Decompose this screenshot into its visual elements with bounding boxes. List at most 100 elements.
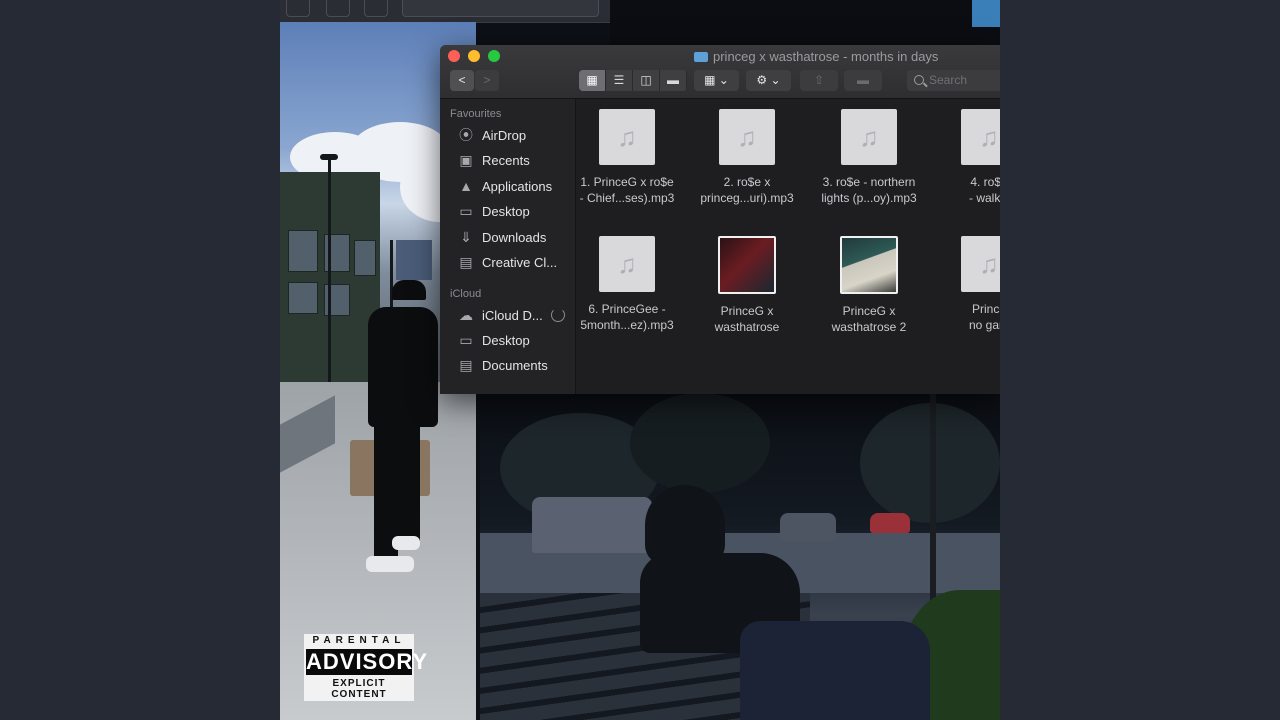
sidebar-item-label: Desktop (482, 332, 530, 348)
dark-background-block (610, 0, 1000, 45)
share-button[interactable]: ⇧ (800, 70, 838, 91)
sidebar-item-documents[interactable]: ▤ Documents (457, 354, 572, 376)
file-name: 3. ro$e - northern lights (p...oy).mp3 (821, 175, 917, 205)
list-view-button[interactable]: ☰ (606, 70, 633, 91)
back-button[interactable]: < (450, 70, 474, 91)
sidebar-item-label: Applications (482, 178, 553, 194)
background-window-toolbar (280, 0, 610, 23)
file-name: PrinceG x wasthatrose (714, 304, 780, 334)
file-name: 1. PrinceG x ro$e - Chief...ses).mp3 (579, 175, 675, 205)
parked-car (532, 497, 652, 553)
forward-button[interactable]: > (475, 70, 499, 91)
audio-file-icon: ♫ (841, 109, 897, 165)
close-button[interactable] (448, 50, 460, 62)
sidebar-item-creative-cloud[interactable]: ▤ Creative Cl... (457, 251, 572, 273)
sidebar-item-label: Desktop (482, 203, 530, 219)
audio-file-icon: ♫ (961, 236, 1000, 292)
action-gear-button[interactable]: ⚙ ⌄ (746, 70, 791, 91)
sidebar-item-applications[interactable]: ▲ Applications (457, 175, 572, 197)
group-by-button[interactable]: ▦ ⌄ (694, 70, 739, 91)
recents-icon: ▣ (459, 151, 473, 168)
tree (630, 393, 770, 493)
blue-corner-chip (972, 0, 1000, 27)
lamp-post (930, 393, 936, 613)
audio-file-icon: ♫ (599, 236, 655, 292)
folder-icon (694, 52, 708, 62)
file-item[interactable]: ♫ 3. ro$e - northern lights (p...oy).mp3 (809, 109, 929, 206)
audio-file-icon: ♫ (719, 109, 775, 165)
sidebar-item-desktop[interactable]: ▭ Desktop (457, 200, 572, 222)
document-icon: ▤ (459, 356, 473, 373)
sidebar-item-downloads[interactable]: ⇓ Downloads (457, 226, 572, 248)
file-name: 2. ro$e x princeg...uri).mp3 (700, 175, 794, 205)
sidebar-item-recents[interactable]: ▣ Recents (457, 149, 572, 171)
file-name: PrinceG x wasthatrose 2 (831, 304, 907, 334)
downloads-icon: ⇓ (460, 228, 472, 245)
file-item[interactable]: ♫ 6. PrinceGee -5month...ez).mp3 (576, 236, 687, 333)
finder-window[interactable]: princeg x wasthatrose - months in days <… (440, 45, 1000, 394)
lamp-head (320, 154, 338, 160)
album-artwork: princeg x wasthatrose - months in days <… (280, 0, 1000, 720)
sidebar-item-airdrop[interactable]: ⦿ AirDrop (457, 124, 572, 146)
window-title-text: princeg x wasthatrose - months in days (713, 49, 939, 64)
sidebar-item-label: AirDrop (482, 127, 527, 143)
night-bench-photo (480, 393, 1000, 720)
bg-toolbar-button (326, 0, 350, 17)
file-name: 6. PrinceGee -5month...ez).mp3 (580, 302, 674, 332)
advisory-main: ADVISORY (304, 647, 427, 677)
window-title: princeg x wasthatrose - months in days (694, 49, 938, 64)
airdrop-icon: ⦿ (459, 127, 473, 143)
parental-advisory-label: PARENTAL ADVISORY EXPLICIT CONTENT (304, 634, 427, 701)
icon-view-button[interactable]: ▦ (579, 70, 606, 91)
view-switcher[interactable]: ▦ ☰ ◫ ▬ (579, 70, 687, 91)
bg-toolbar-button (364, 0, 388, 17)
advisory-bottom: EXPLICIT CONTENT (304, 677, 414, 701)
hat (392, 280, 426, 300)
person-torso (368, 307, 438, 427)
sidebar-item-label: Creative Cl... (482, 254, 558, 270)
person-leg (398, 422, 420, 542)
search-field[interactable]: Search (907, 70, 1000, 91)
file-grid: ♫ 1. PrinceG x ro$e - Chief...ses).mp3 ♫ … (576, 99, 1000, 394)
file-item[interactable]: PrinceG x wasthatrose (687, 236, 807, 335)
advisory-top: PARENTAL (304, 634, 414, 647)
sneaker (392, 536, 420, 550)
file-item[interactable]: PrinceG x wasthatrose 2 (809, 236, 929, 335)
desktop-icon: ▭ (459, 202, 473, 219)
tags-button[interactable]: ▬ (844, 70, 882, 91)
image-thumbnail (718, 236, 776, 294)
minimize-button[interactable] (468, 50, 480, 62)
sidebar-item-label: Documents (482, 357, 548, 373)
favourites-heading: Favourites (450, 108, 502, 120)
sync-progress-icon (550, 308, 565, 322)
title-bar[interactable]: princeg x wasthatrose - months in days <… (440, 45, 1000, 99)
file-item[interactable]: ♫ Princeno gam (929, 236, 1000, 333)
sidebar-item-icloud-desktop[interactable]: ▭ Desktop (457, 329, 572, 351)
sidebar-item-label: Downloads (482, 229, 547, 245)
file-item[interactable]: ♫ 4. ro$e- walkw (929, 109, 1000, 206)
file-item[interactable]: ♫ 2. ro$e x princeg...uri).mp3 (687, 109, 807, 206)
column-view-button[interactable]: ◫ (633, 70, 660, 91)
icloud-heading: iCloud (450, 288, 482, 300)
gallery-view-button[interactable]: ▬ (660, 70, 687, 91)
sidebar: Favourites ⦿ AirDrop ▣ Recents ▲ Applicatio… (440, 99, 576, 394)
sneaker (366, 556, 414, 572)
image-thumbnail (840, 236, 898, 294)
desktop-icon: ▭ (459, 331, 473, 348)
bg-toolbar-button (286, 0, 310, 17)
bg-search-field (402, 0, 599, 17)
sidebar-item-icloud-drive[interactable]: ☁ iCloud D... (457, 304, 572, 326)
jeans (740, 621, 930, 720)
applications-icon: ▲ (459, 178, 473, 194)
cloud-icon: ☁ (459, 306, 473, 323)
zoom-button[interactable] (488, 50, 500, 62)
audio-file-icon: ♫ (961, 109, 1000, 165)
search-icon (914, 75, 924, 85)
file-name: 4. ro$e- walkw (968, 175, 1000, 205)
file-name: Princeno gam (968, 302, 1000, 332)
folder-icon: ▤ (459, 253, 473, 270)
sidebar-item-label: iCloud D... (482, 307, 543, 323)
file-item[interactable]: ♫ 1. PrinceG x ro$e - Chief...ses).mp3 (576, 109, 687, 206)
parked-car (870, 513, 910, 533)
parked-car (780, 513, 836, 541)
